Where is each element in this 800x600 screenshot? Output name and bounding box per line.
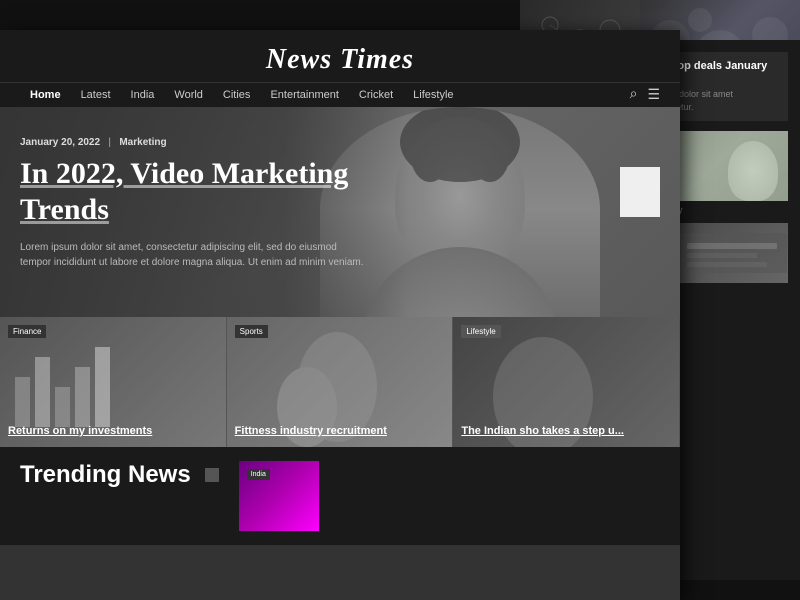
card-lifestyle-title: The Indian sho takes a step u... xyxy=(461,425,671,437)
trending-title: Trending News xyxy=(20,461,191,489)
hero-title[interactable]: In 2022, Video Marketing Trends xyxy=(20,156,370,228)
nav-lifestyle[interactable]: Lifestyle xyxy=(403,83,463,107)
hero-excerpt: Lorem ipsum dolor sit amet, consectetur … xyxy=(20,240,370,270)
card-finance-badge: Finance xyxy=(8,325,46,338)
nav-icons: ⌕ ☰ xyxy=(630,87,660,104)
nav-india[interactable]: India xyxy=(121,83,165,107)
trending-header: Trending News xyxy=(20,461,219,489)
trending-section: Trending News India xyxy=(0,447,680,545)
card-sports-title: Fittness industry recruitment xyxy=(235,425,445,437)
nav-bar: Home Latest India World Cities Entertain… xyxy=(0,82,680,107)
trending-indicator xyxy=(205,468,219,482)
main-page: News Times Home Latest India World Citie… xyxy=(0,30,680,600)
hero-category: Marketing xyxy=(119,137,166,148)
card-finance-title: Returns on my investments xyxy=(8,425,218,437)
hero-section: January 20, 2022 | Marketing In 2022, Vi… xyxy=(0,107,680,447)
nav-cricket[interactable]: Cricket xyxy=(349,83,403,107)
hero-meta: January 20, 2022 | Marketing xyxy=(20,137,370,148)
trending-india-badge: India xyxy=(247,469,270,480)
card-finance[interactable]: Finance Returns on my investments xyxy=(0,317,227,447)
card-strip: Finance Returns on my investments Sports… xyxy=(0,317,680,447)
nav-entertainment[interactable]: Entertainment xyxy=(260,83,348,107)
card-lifestyle-badge: Lifestyle xyxy=(461,325,500,338)
menu-icon[interactable]: ☰ xyxy=(647,87,660,104)
site-title: News Times xyxy=(0,44,680,76)
search-icon[interactable]: ⌕ xyxy=(630,87,638,103)
hero-date: January 20, 2022 xyxy=(20,137,100,148)
card-sports[interactable]: Sports Fittness industry recruitment xyxy=(227,317,454,447)
hero-content: January 20, 2022 | Marketing In 2022, Vi… xyxy=(20,137,370,270)
nav-latest[interactable]: Latest xyxy=(71,83,121,107)
nav-cities[interactable]: Cities xyxy=(213,83,261,107)
trending-thumb[interactable]: India xyxy=(239,461,319,531)
white-decoration xyxy=(620,167,660,217)
card-lifestyle[interactable]: Lifestyle The Indian sho takes a step u.… xyxy=(453,317,680,447)
card-sports-badge: Sports xyxy=(235,325,268,338)
site-header: News Times xyxy=(0,30,680,82)
nav-world[interactable]: World xyxy=(164,83,213,107)
nav-links: Home Latest India World Cities Entertain… xyxy=(20,83,464,107)
nav-home[interactable]: Home xyxy=(20,83,71,107)
